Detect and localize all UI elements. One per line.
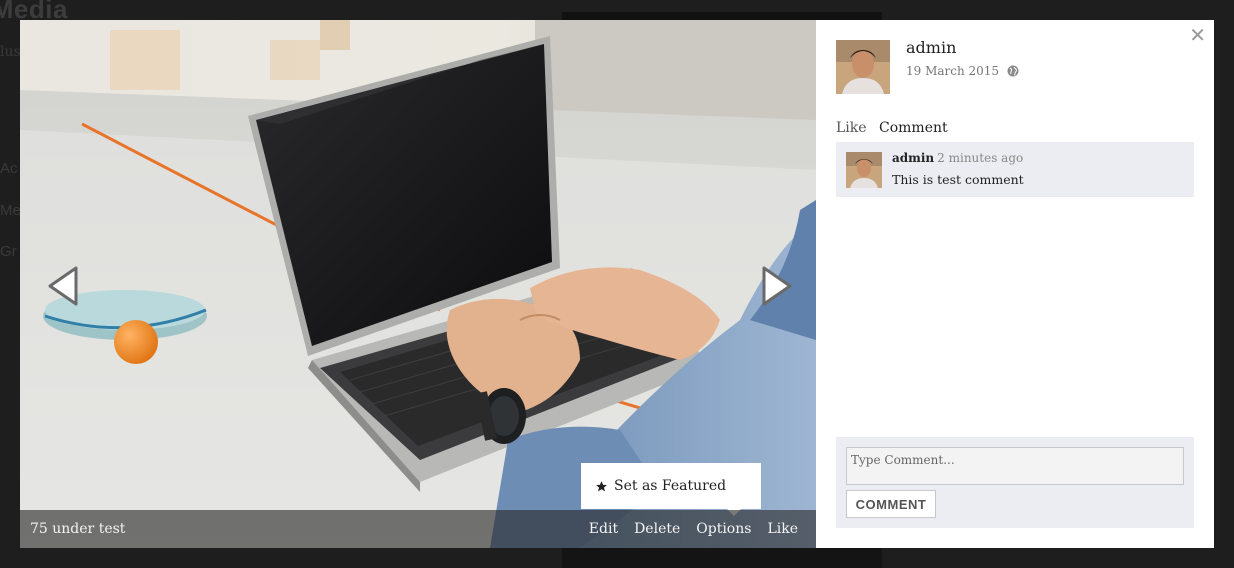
media-lightbox: Set as Featured 75 under test Edit Delet… xyxy=(20,20,1214,548)
post-action-links: Like Comment xyxy=(836,120,948,136)
author-name[interactable]: admin xyxy=(906,38,956,57)
comment-input[interactable] xyxy=(846,447,1184,485)
comment-list: admin 2 minutes ago This is test comment xyxy=(836,142,1194,197)
comment-meta: admin 2 minutes ago xyxy=(892,151,1023,165)
previous-media-button[interactable] xyxy=(46,264,82,308)
media-info-panel: ✕ admin 19 March 2015 Like Comment admin… xyxy=(816,20,1214,548)
options-button[interactable]: Options xyxy=(696,521,751,537)
avatar[interactable] xyxy=(836,40,890,94)
comment-form: COMMENT xyxy=(836,437,1194,528)
bg-nav-item: Gr xyxy=(0,243,17,260)
bg-nav-item: Ac xyxy=(0,160,18,177)
comment-author[interactable]: admin xyxy=(892,151,934,165)
media-caption-bar: 75 under test Edit Delete Options Like xyxy=(20,510,816,548)
bg-image-edge xyxy=(562,12,882,20)
avatar[interactable] xyxy=(846,152,882,188)
set-featured-label: Set as Featured xyxy=(614,478,727,494)
site-subtitle: lus xyxy=(0,44,21,60)
media-viewer: Set as Featured 75 under test Edit Delet… xyxy=(20,20,816,548)
close-icon[interactable]: ✕ xyxy=(1189,24,1206,46)
post-date: 19 March 2015 xyxy=(906,64,1019,78)
post-date-text: 19 March 2015 xyxy=(906,64,1000,78)
comment-submit-button[interactable]: COMMENT xyxy=(846,490,936,518)
comment-link[interactable]: Comment xyxy=(879,120,948,136)
delete-button[interactable]: Delete xyxy=(634,521,680,537)
like-link[interactable]: Like xyxy=(836,120,867,136)
comment-text: This is test comment xyxy=(892,172,1024,187)
bg-nav-item: Me xyxy=(0,202,21,219)
bg-image-edge xyxy=(562,548,882,568)
comment-time: 2 minutes ago xyxy=(937,151,1024,165)
globe-icon xyxy=(1007,65,1019,77)
next-media-button[interactable] xyxy=(758,264,794,308)
set-featured-menu-item[interactable]: Set as Featured xyxy=(581,463,761,516)
edit-button[interactable]: Edit xyxy=(589,521,618,537)
star-icon xyxy=(596,480,607,491)
media-title: 75 under test xyxy=(30,521,126,537)
like-button[interactable]: Like xyxy=(767,521,798,537)
